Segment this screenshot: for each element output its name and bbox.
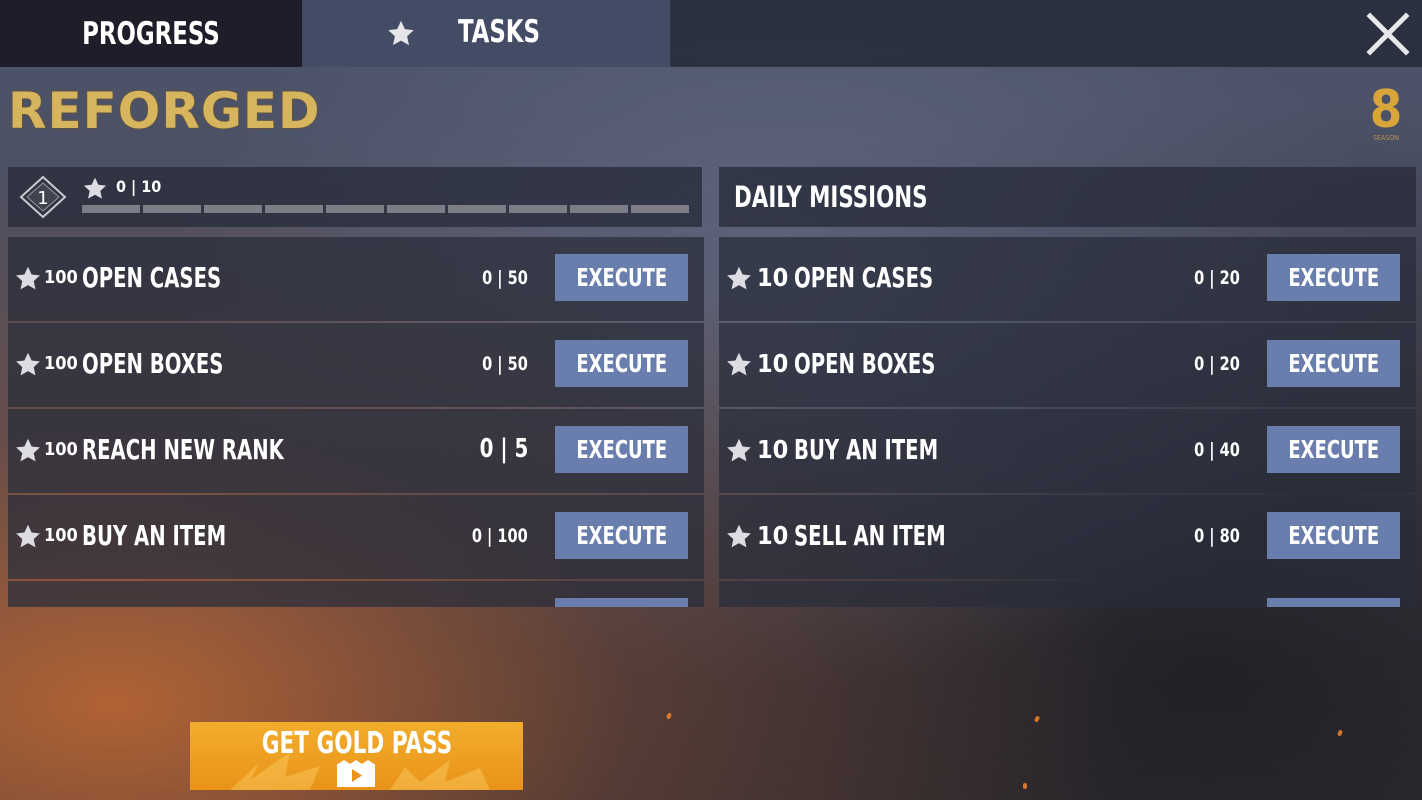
task-row: 10 OPEN BOXES 0 | 20 EXECUTE (719, 323, 1416, 407)
progress-bar (82, 205, 689, 213)
task-reward: 100 (44, 267, 78, 288)
star-icon (727, 352, 751, 376)
task-reward: 10 (757, 435, 789, 464)
task-name: BUY AN ITEM (82, 519, 227, 552)
progress-segment (326, 205, 384, 213)
execute-button[interactable]: EXECUTE (1267, 512, 1400, 559)
gold-pass-label: GET GOLD PASS (261, 726, 452, 761)
task-reward: 100 (44, 525, 78, 546)
progress-segment (448, 205, 506, 213)
task-row: 10 BUY AN ITEM 0 | 40 EXECUTE (719, 409, 1416, 493)
star-icon (16, 266, 40, 290)
task-progress: 0 | 80 (1194, 525, 1240, 547)
execute-label: EXECUTE (1288, 349, 1379, 378)
level-badge-icon: 1 (19, 175, 67, 219)
close-icon[interactable] (1364, 10, 1412, 58)
task-row: 10 OPEN CASES 0 | 20 EXECUTE (719, 237, 1416, 321)
execute-label: EXECUTE (576, 521, 667, 550)
season-number: 8 (1369, 80, 1403, 140)
task-row: 100 BUY AN ITEM 0 | 100 EXECUTE (8, 495, 704, 579)
task-name: REACH NEW RANK (82, 433, 284, 466)
execute-label: EXECUTE (576, 435, 667, 464)
progress-segment (265, 205, 323, 213)
task-name: OPEN BOXES (82, 347, 224, 380)
task-name: OPEN CASES (794, 261, 934, 294)
daily-missions-header: DAILY MISSIONS (719, 167, 1416, 227)
season-tasks-list[interactable]: 100 OPEN CASES 0 | 50 EXECUTE 100 OPEN BOXES 0… (8, 237, 704, 607)
execute-label: EXECUTE (1288, 263, 1379, 292)
tab-progress[interactable]: PROGRESS (0, 0, 302, 67)
top-bar: PROGRESS TASKS (0, 0, 1422, 67)
progress-segment (387, 205, 445, 213)
execute-button[interactable]: EXECUTE (1267, 340, 1400, 387)
task-reward: 100 (44, 353, 78, 374)
task-progress: 0 | 50 (482, 353, 528, 375)
execute-label: EXECUTE (576, 349, 667, 378)
tab-tasks[interactable]: TASKS (302, 0, 670, 67)
progress-segment (82, 205, 140, 213)
task-name: BUY AN ITEM (794, 433, 939, 466)
season-badge: 8 SEASON (1366, 84, 1406, 142)
progress-segment (143, 205, 201, 213)
task-reward: 100 (44, 439, 78, 460)
star-icon (727, 266, 751, 290)
execute-button[interactable] (1267, 598, 1400, 607)
task-row: 100 OPEN CASES 0 | 50 EXECUTE (8, 237, 704, 321)
level-number: 1 (37, 188, 48, 209)
execute-button[interactable] (555, 598, 688, 607)
daily-missions-list[interactable]: 10 OPEN CASES 0 | 20 EXECUTE 10 OPEN BOXES 0 |… (719, 237, 1416, 607)
execute-button[interactable]: EXECUTE (555, 512, 688, 559)
task-name: SELL AN ITEM (794, 519, 946, 552)
execute-label: EXECUTE (1288, 435, 1379, 464)
star-icon (388, 20, 414, 46)
progress-segment (204, 205, 262, 213)
progress-segment (509, 205, 567, 213)
reforged-logo: REFORGED (8, 82, 321, 140)
get-gold-pass-button[interactable]: GET GOLD PASS (190, 722, 523, 790)
progress-segment (570, 205, 628, 213)
star-icon (16, 352, 40, 376)
star-icon (727, 524, 751, 548)
task-progress: 0 | 5 (479, 434, 528, 464)
task-name: OPEN CASES (82, 261, 222, 294)
task-row: 100 REACH NEW RANK 0 | 5 EXECUTE (8, 409, 704, 493)
task-name: OPEN BOXES (794, 347, 936, 380)
execute-button[interactable]: EXECUTE (1267, 426, 1400, 473)
execute-button[interactable]: EXECUTE (1267, 254, 1400, 301)
star-icon (16, 438, 40, 462)
task-row: 100 OPEN BOXES 0 | 50 EXECUTE (8, 323, 704, 407)
task-reward: 10 (757, 263, 789, 292)
task-progress: 0 | 100 (472, 525, 528, 547)
task-row: 10 SELL AN ITEM 0 | 80 EXECUTE (719, 495, 1416, 579)
task-reward: 10 (757, 521, 789, 550)
video-icon (337, 760, 375, 787)
tab-progress-label: PROGRESS (82, 15, 220, 52)
tab-tasks-label: TASKS (458, 14, 540, 50)
task-row-partial (719, 581, 1416, 607)
star-icon (83, 177, 107, 199)
task-progress: 0 | 20 (1194, 353, 1240, 375)
task-reward: 10 (757, 349, 789, 378)
task-row-partial (8, 581, 704, 607)
task-progress: 0 | 20 (1194, 267, 1240, 289)
task-progress: 0 | 40 (1194, 439, 1240, 461)
execute-button[interactable]: EXECUTE (555, 426, 688, 473)
execute-button[interactable]: EXECUTE (555, 254, 688, 301)
progress-card: 1 0 | 10 (8, 167, 702, 227)
progress-segment (631, 205, 689, 213)
execute-label: EXECUTE (1288, 521, 1379, 550)
execute-button[interactable]: EXECUTE (555, 340, 688, 387)
star-icon (727, 438, 751, 462)
task-progress: 0 | 50 (482, 267, 528, 289)
star-icon (16, 524, 40, 548)
daily-missions-title: DAILY MISSIONS (734, 180, 928, 214)
stars-progress-count: 0 | 10 (116, 177, 162, 196)
execute-label: EXECUTE (576, 263, 667, 292)
